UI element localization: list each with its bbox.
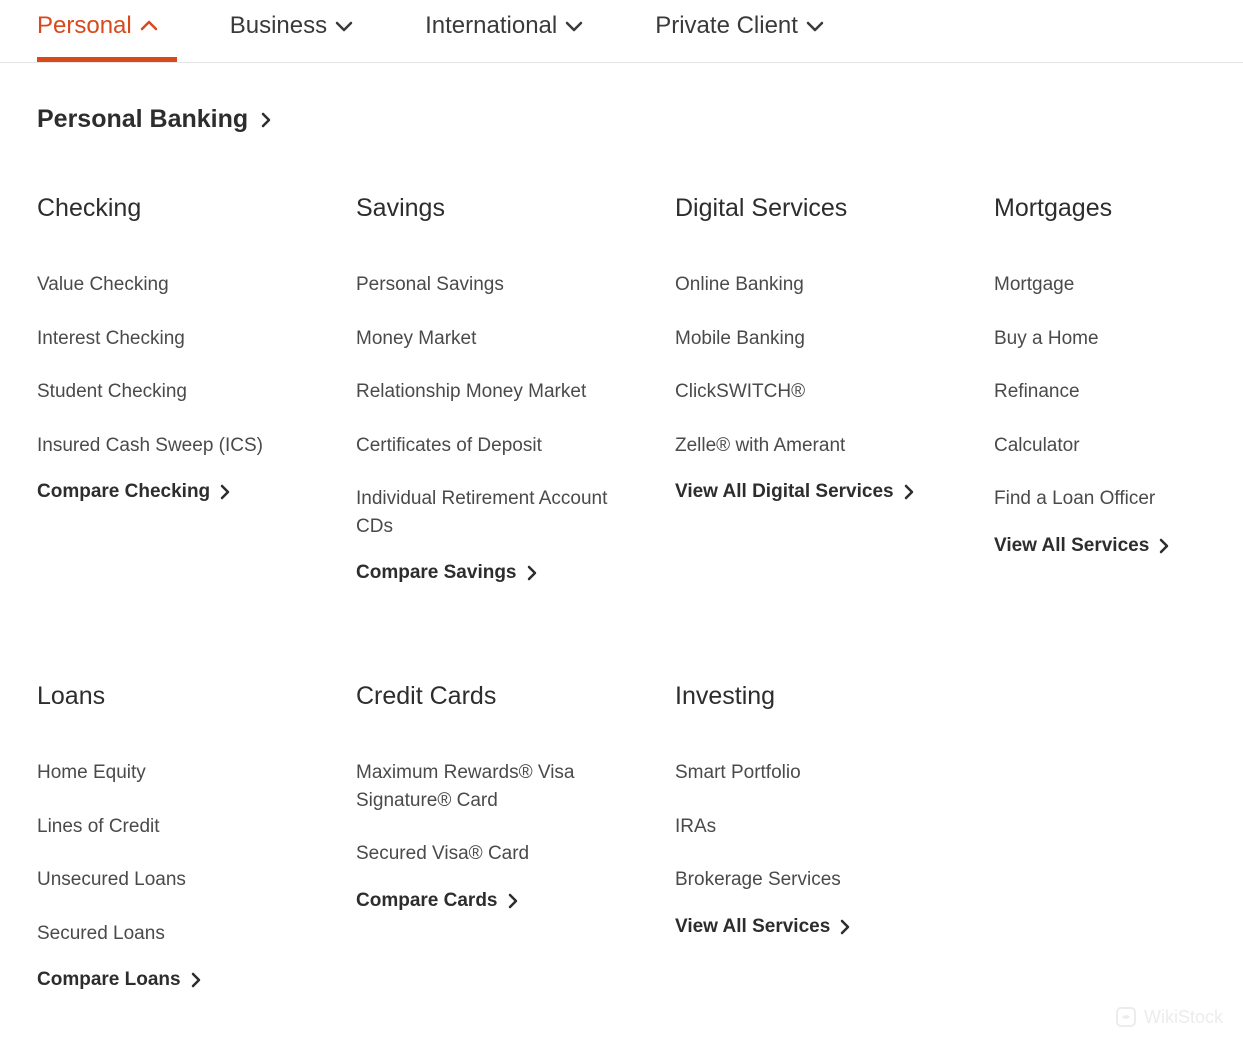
link-home-equity[interactable]: Home Equity xyxy=(37,759,356,787)
chevron-right-icon xyxy=(191,972,201,988)
column-heading: Digital Services xyxy=(675,194,994,223)
columns-row-1: Checking Value Checking Interest Checkin… xyxy=(37,194,1206,584)
chevron-down-icon xyxy=(565,20,583,32)
column-heading: Savings xyxy=(356,194,675,223)
link-certificates-of-deposit[interactable]: Certificates of Deposit xyxy=(356,432,675,460)
link-student-checking[interactable]: Student Checking xyxy=(37,378,356,406)
link-ira-cds[interactable]: Individual Retirement Account CDs xyxy=(356,485,636,540)
action-label: Compare Savings xyxy=(356,562,517,584)
link-relationship-money-market[interactable]: Relationship Money Market xyxy=(356,378,675,406)
column-heading: Credit Cards xyxy=(356,682,675,711)
link-mobile-banking[interactable]: Mobile Banking xyxy=(675,325,994,353)
action-label: Compare Cards xyxy=(356,890,498,912)
action-view-all-digital[interactable]: View All Digital Services xyxy=(675,481,994,503)
column-loans: Loans Home Equity Lines of Credit Unsecu… xyxy=(37,682,356,991)
chevron-down-icon xyxy=(806,20,824,32)
column-heading: Checking xyxy=(37,194,356,223)
chevron-down-icon xyxy=(335,20,353,32)
link-zelle[interactable]: Zelle® with Amerant xyxy=(675,432,994,460)
watermark-icon xyxy=(1114,1005,1138,1029)
link-money-market[interactable]: Money Market xyxy=(356,325,675,353)
column-mortgages: Mortgages Mortgage Buy a Home Refinance … xyxy=(994,194,1206,584)
tab-private-client[interactable]: Private Client xyxy=(655,12,824,62)
chevron-up-icon xyxy=(140,20,158,32)
link-secured-loans[interactable]: Secured Loans xyxy=(37,920,356,948)
action-view-all-mortgage[interactable]: View All Services xyxy=(994,535,1206,557)
action-compare-savings[interactable]: Compare Savings xyxy=(356,562,675,584)
chevron-right-icon xyxy=(527,565,537,581)
tab-international[interactable]: International xyxy=(425,12,583,62)
column-heading: Investing xyxy=(675,682,994,711)
link-max-rewards-visa[interactable]: Maximum Rewards® Visa Signature® Card xyxy=(356,759,636,814)
action-compare-loans[interactable]: Compare Loans xyxy=(37,969,356,991)
column-heading: Mortgages xyxy=(994,194,1206,223)
column-empty xyxy=(994,682,1206,991)
action-compare-cards[interactable]: Compare Cards xyxy=(356,890,675,912)
content-panel: Personal Banking Checking Value Checking… xyxy=(0,63,1243,1031)
column-investing: Investing Smart Portfolio IRAs Brokerage… xyxy=(675,682,994,991)
link-value-checking[interactable]: Value Checking xyxy=(37,271,356,299)
action-compare-checking[interactable]: Compare Checking xyxy=(37,481,356,503)
column-savings: Savings Personal Savings Money Market Re… xyxy=(356,194,675,584)
column-checking: Checking Value Checking Interest Checkin… xyxy=(37,194,356,584)
column-credit-cards: Credit Cards Maximum Rewards® Visa Signa… xyxy=(356,682,675,991)
action-label: Compare Checking xyxy=(37,481,210,503)
link-brokerage-services[interactable]: Brokerage Services xyxy=(675,866,994,894)
link-buy-a-home[interactable]: Buy a Home xyxy=(994,325,1206,353)
nav-tabs: Personal Business International Private … xyxy=(0,0,1243,63)
link-insured-cash-sweep[interactable]: Insured Cash Sweep (ICS) xyxy=(37,432,356,460)
action-view-all-investing[interactable]: View All Services xyxy=(675,916,994,938)
tab-label: Business xyxy=(230,12,327,40)
tab-label: Personal xyxy=(37,12,132,40)
watermark-text: WikiStock xyxy=(1144,1007,1223,1028)
chevron-right-icon xyxy=(508,893,518,909)
link-clickswitch[interactable]: ClickSWITCH® xyxy=(675,378,994,406)
tab-label: International xyxy=(425,12,557,40)
column-digital-services: Digital Services Online Banking Mobile B… xyxy=(675,194,994,584)
tab-personal[interactable]: Personal xyxy=(37,12,158,62)
column-heading: Loans xyxy=(37,682,356,711)
link-lines-of-credit[interactable]: Lines of Credit xyxy=(37,813,356,841)
action-label: View All Services xyxy=(994,535,1149,557)
link-unsecured-loans[interactable]: Unsecured Loans xyxy=(37,866,356,894)
link-find-loan-officer[interactable]: Find a Loan Officer xyxy=(994,485,1206,513)
breadcrumb[interactable]: Personal Banking xyxy=(37,105,1206,134)
chevron-right-icon xyxy=(260,111,272,129)
link-smart-portfolio[interactable]: Smart Portfolio xyxy=(675,759,994,787)
action-label: View All Digital Services xyxy=(675,481,894,503)
chevron-right-icon xyxy=(904,484,914,500)
chevron-right-icon xyxy=(220,484,230,500)
link-personal-savings[interactable]: Personal Savings xyxy=(356,271,675,299)
action-label: Compare Loans xyxy=(37,969,181,991)
columns-row-2: Loans Home Equity Lines of Credit Unsecu… xyxy=(37,682,1206,991)
breadcrumb-title: Personal Banking xyxy=(37,105,248,134)
link-refinance[interactable]: Refinance xyxy=(994,378,1206,406)
action-label: View All Services xyxy=(675,916,830,938)
link-iras[interactable]: IRAs xyxy=(675,813,994,841)
chevron-right-icon xyxy=(1159,538,1169,554)
tab-label: Private Client xyxy=(655,12,798,40)
watermark: WikiStock xyxy=(1114,1005,1223,1029)
link-calculator[interactable]: Calculator xyxy=(994,432,1206,460)
link-online-banking[interactable]: Online Banking xyxy=(675,271,994,299)
link-secured-visa[interactable]: Secured Visa® Card xyxy=(356,840,675,868)
chevron-right-icon xyxy=(840,919,850,935)
tab-business[interactable]: Business xyxy=(230,12,353,62)
link-interest-checking[interactable]: Interest Checking xyxy=(37,325,356,353)
link-mortgage[interactable]: Mortgage xyxy=(994,271,1206,299)
